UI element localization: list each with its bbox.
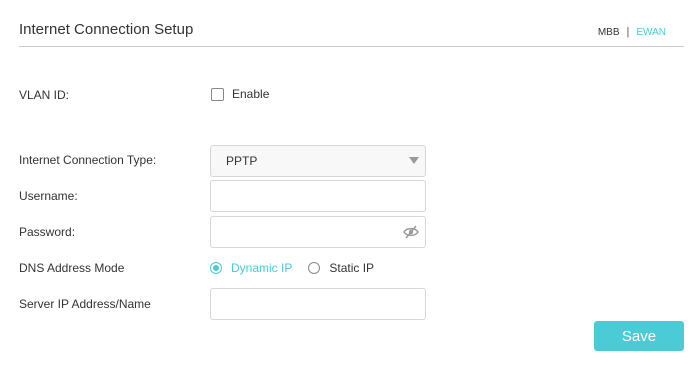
password-label: Password: (19, 225, 76, 239)
password-field[interactable] (210, 216, 426, 248)
username-input[interactable] (210, 180, 426, 212)
mode-ewan-link[interactable]: EWAN (636, 27, 666, 38)
radio-unchecked-icon[interactable] (308, 262, 321, 274)
dns-mode-radio-group: Dynamic IP Static IP (210, 261, 390, 275)
dropdown-arrow-icon[interactable] (409, 157, 419, 164)
dns-dynamic-ip-radio[interactable]: Dynamic IP (210, 261, 292, 275)
mode-mbb-link[interactable]: MBB (598, 27, 620, 38)
dns-dynamic-ip-label: Dynamic IP (231, 261, 293, 275)
dns-static-ip-label: Static IP (329, 261, 375, 275)
username-label: Username: (19, 189, 78, 203)
connection-type-label: Internet Connection Type: (19, 153, 157, 167)
checkbox-box[interactable] (211, 87, 224, 101)
connection-type-value: PPTP (226, 154, 258, 168)
save-button[interactable]: Save (594, 321, 684, 351)
server-ip-input[interactable] (210, 288, 426, 320)
server-ip-label: Server IP Address/Name (19, 297, 151, 311)
mode-separator: | (626, 26, 630, 38)
dns-mode-label: DNS Address Mode (19, 261, 125, 275)
page-title: Internet Connection Setup (19, 21, 194, 38)
eye-slash-icon[interactable] (403, 225, 419, 239)
dns-static-ip-radio[interactable]: Static IP (308, 261, 374, 275)
vlan-enable-checkbox[interactable]: Enable (211, 87, 269, 101)
vlan-id-label: VLAN ID: (19, 88, 70, 102)
radio-checked-icon[interactable] (210, 262, 222, 274)
mode-switch: MBB | EWAN (598, 26, 666, 38)
connection-type-select[interactable]: PPTP (210, 145, 426, 177)
page-header: Internet Connection Setup MBB | EWAN (19, 0, 684, 47)
vlan-enable-label: Enable (232, 87, 270, 101)
